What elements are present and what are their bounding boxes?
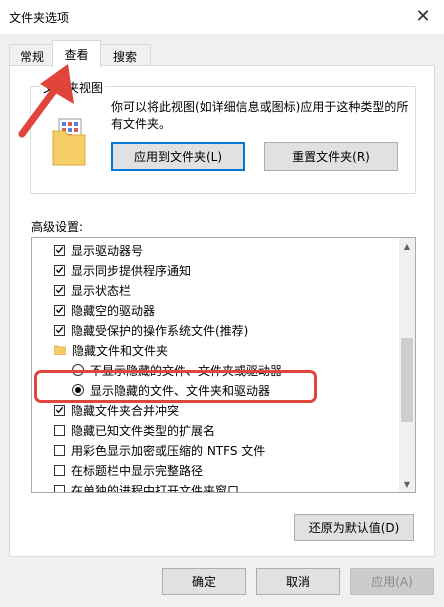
folder-view-label: 文件夹视图 xyxy=(41,79,106,96)
advanced-settings-list[interactable]: 显示驱动器号 显示同步提供程序通知 显示状态栏 隐藏空的驱动器 隐藏受保护的操作… xyxy=(31,237,416,493)
list-item[interactable]: 在标题栏中显示完整路径 xyxy=(54,460,203,480)
list-item[interactable]: 隐藏已知文件类型的扩展名 xyxy=(54,420,215,440)
list-item: 隐藏文件和文件夹 xyxy=(54,340,168,360)
list-item-label: 隐藏文件夹合并冲突 xyxy=(71,403,180,418)
list-item[interactable]: 隐藏受保护的操作系统文件(推荐) xyxy=(54,320,248,340)
tab-general-label: 常规 xyxy=(19,49,44,64)
reset-folders-button[interactable]: 重置文件夹(R) xyxy=(264,142,398,171)
checkbox-checked[interactable] xyxy=(54,244,65,256)
list-item-label: 隐藏文件和文件夹 xyxy=(72,343,169,358)
title-bar: 文件夹选项 ✕ xyxy=(0,0,444,34)
scroll-down-icon[interactable]: ▼ xyxy=(399,476,415,492)
list-item-label: 隐藏空的驱动器 xyxy=(71,303,156,318)
cancel-button[interactable]: 取消 xyxy=(256,568,340,595)
list-item[interactable]: 隐藏文件夹合并冲突 xyxy=(54,400,179,420)
list-item[interactable]: 显示驱动器号 xyxy=(54,240,143,260)
list-item[interactable]: 显示状态栏 xyxy=(54,280,131,300)
apply-to-folders-button[interactable]: 应用到文件夹(L) xyxy=(111,142,245,171)
window-title: 文件夹选项 xyxy=(9,11,70,25)
list-scrollbar[interactable]: ▲ ▼ xyxy=(399,238,415,492)
tab-search[interactable]: 搜索 xyxy=(99,44,151,67)
apply-button[interactable]: 应用(A) xyxy=(350,568,434,595)
folder-icon xyxy=(54,345,66,355)
checkbox-checked[interactable] xyxy=(54,404,65,416)
tab-view[interactable]: 查看 xyxy=(52,40,101,68)
checkbox-checked[interactable] xyxy=(54,304,65,316)
tab-view-label: 查看 xyxy=(64,48,89,62)
advanced-settings-label: 高级设置: xyxy=(31,220,84,234)
folder-view-description: 你可以将此视图(如详细信息或图标)应用于这种类型的所有文件夹。 xyxy=(111,100,409,131)
list-item-label: 在标题栏中显示完整路径 xyxy=(71,463,204,478)
list-item-label: 在单独的进程中打开文件夹窗口 xyxy=(71,483,240,493)
radio-checked[interactable] xyxy=(72,384,84,396)
list-item[interactable]: 显示同步提供程序通知 xyxy=(54,260,191,280)
folder-view-group: 文件夹视图 你可以将此视图(如详细信息或图标)应用于这种类型的所有文件夹。 应用… xyxy=(30,79,416,194)
scroll-thumb[interactable] xyxy=(401,338,413,422)
list-item[interactable]: 在单独的进程中打开文件夹窗口 xyxy=(54,480,240,493)
radio-dot-icon xyxy=(75,387,81,393)
list-item-label: 显示同步提供程序通知 xyxy=(71,263,192,278)
list-item-label: 隐藏已知文件类型的扩展名 xyxy=(71,423,216,438)
checkbox-unchecked[interactable] xyxy=(54,464,65,476)
list-item[interactable]: 隐藏空的驱动器 xyxy=(54,300,155,320)
tab-search-label: 搜索 xyxy=(112,49,137,64)
checkbox-unchecked[interactable] xyxy=(54,484,65,492)
list-item[interactable]: 用彩色显示加密或压缩的 NTFS 文件 xyxy=(54,440,265,460)
radio-unchecked[interactable] xyxy=(72,364,84,376)
list-item-label: 显示驱动器号 xyxy=(71,243,144,258)
checkbox-unchecked[interactable] xyxy=(54,444,65,456)
list-item[interactable]: 不显示隐藏的文件、文件夹或驱动器 xyxy=(72,360,282,380)
list-item[interactable]: 显示隐藏的文件、文件夹和驱动器 xyxy=(72,380,270,400)
tab-general[interactable]: 常规 xyxy=(9,44,55,67)
list-item-label: 显示状态栏 xyxy=(71,283,132,298)
folder-view-icon xyxy=(52,118,86,166)
list-item-label: 隐藏受保护的操作系统文件(推荐) xyxy=(71,323,249,338)
checkbox-checked[interactable] xyxy=(54,284,65,296)
checkbox-unchecked[interactable] xyxy=(54,424,65,436)
list-item-label: 用彩色显示加密或压缩的 NTFS 文件 xyxy=(71,443,266,458)
ok-button[interactable]: 确定 xyxy=(162,568,246,595)
list-item-label: 不显示隐藏的文件、文件夹或驱动器 xyxy=(90,363,283,378)
view-tab-panel: 文件夹视图 你可以将此视图(如详细信息或图标)应用于这种类型的所有文件夹。 应用… xyxy=(9,65,435,557)
close-icon[interactable]: ✕ xyxy=(408,3,438,29)
restore-defaults-button[interactable]: 还原为默认值(D) xyxy=(294,514,414,541)
checkbox-checked[interactable] xyxy=(54,324,65,336)
list-item-label: 显示隐藏的文件、文件夹和驱动器 xyxy=(90,383,271,398)
scroll-up-icon[interactable]: ▲ xyxy=(399,238,415,254)
checkbox-checked[interactable] xyxy=(54,264,65,276)
